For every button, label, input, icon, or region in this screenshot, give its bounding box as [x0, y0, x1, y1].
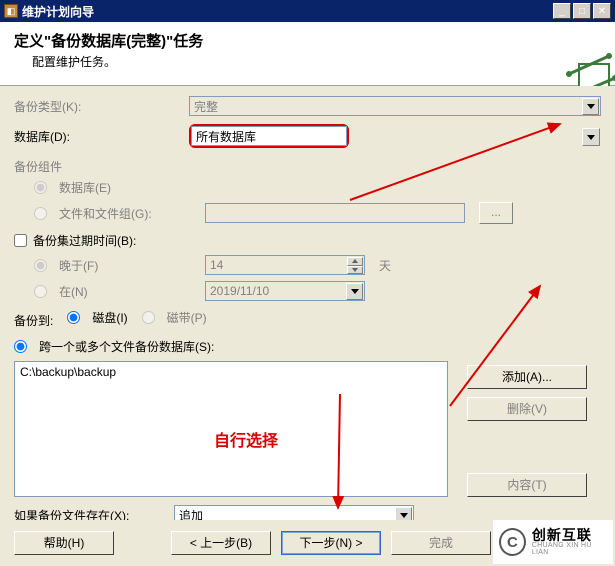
finish-button: 完成 [391, 531, 491, 555]
filegroup-input [205, 203, 465, 223]
logo-text-en: CHUANG XIN HU LIAN [532, 542, 607, 556]
minimize-button[interactable]: _ [553, 3, 571, 19]
expire-on-label: 在(N) [59, 283, 199, 300]
databases-label: 数据库(D): [14, 128, 189, 145]
database-select-highlight: 所有数据库 [189, 124, 349, 148]
filegroup-browse-button: ... [479, 202, 513, 224]
expire-on-radio [34, 285, 47, 298]
backup-type-label: 备份类型(K): [14, 98, 189, 115]
backup-to-label: 备份到: [14, 312, 53, 329]
wizard-body: 备份类型(K): 完整 数据库(D): 所有数据库 备份组件 数据库(E) 文件… [0, 86, 615, 566]
component-database-radio [34, 181, 47, 194]
remove-button: 删除(V) [467, 397, 587, 421]
backup-to-disk-label: 磁盘(I) [92, 309, 127, 326]
back-button[interactable]: < 上一步(B) [171, 531, 271, 555]
component-database-label: 数据库(E) [59, 179, 111, 196]
page-subtitle: 配置维护任务。 [32, 53, 601, 70]
list-item[interactable]: C:\backup\backup [20, 365, 442, 379]
next-button[interactable]: 下一步(N) > [281, 531, 381, 555]
across-files-label: 跨一个或多个文件备份数据库(S): [39, 338, 214, 355]
backup-to-disk-radio[interactable] [67, 311, 80, 324]
expire-after-label: 晚于(F) [59, 257, 199, 274]
window-title: 维护计划向导 [22, 3, 553, 20]
component-filegroup-label: 文件和文件组(G): [59, 205, 199, 222]
wizard-header: 定义"备份数据库(完整)"任务 配置维护任务。 [0, 22, 615, 86]
expire-checkbox[interactable] [14, 234, 27, 247]
add-button[interactable]: 添加(A)... [467, 365, 587, 389]
days-unit-label: 天 [379, 257, 391, 274]
annotation-self-select: 自行选择 [214, 427, 278, 451]
spin-icon [347, 257, 363, 274]
watermark-logo: C 创新互联 CHUANG XIN HU LIAN [493, 520, 613, 564]
expire-days-input: 14 [205, 255, 365, 275]
backup-type-select: 完整 [189, 96, 601, 116]
logo-text-cn: 创新互联 [532, 528, 607, 542]
backup-to-tape-radio [142, 311, 155, 324]
logo-mark-icon: C [499, 528, 526, 556]
app-icon: ◧ [4, 4, 18, 18]
page-title: 定义"备份数据库(完整)"任务 [14, 30, 601, 51]
close-button[interactable]: ✕ [593, 3, 611, 19]
database-select[interactable]: 所有数据库 [191, 126, 347, 146]
component-filegroup-radio [34, 207, 47, 220]
backup-to-tape-label: 磁带(P) [167, 309, 207, 326]
across-files-radio[interactable] [14, 340, 27, 353]
expire-label: 备份集过期时间(B): [33, 232, 136, 249]
maximize-button[interactable]: □ [573, 3, 591, 19]
expire-after-radio [34, 259, 47, 272]
dropdown-icon [582, 98, 599, 115]
expire-date-input: 2019/11/10 [205, 281, 365, 301]
database-dropdown-button[interactable] [582, 128, 600, 146]
help-button[interactable]: 帮助(H) [14, 531, 114, 555]
date-dropdown-icon [346, 283, 363, 300]
contents-button: 内容(T) [467, 473, 587, 497]
backup-component-label: 备份组件 [14, 158, 601, 175]
titlebar: ◧ 维护计划向导 _ □ ✕ [0, 0, 615, 22]
